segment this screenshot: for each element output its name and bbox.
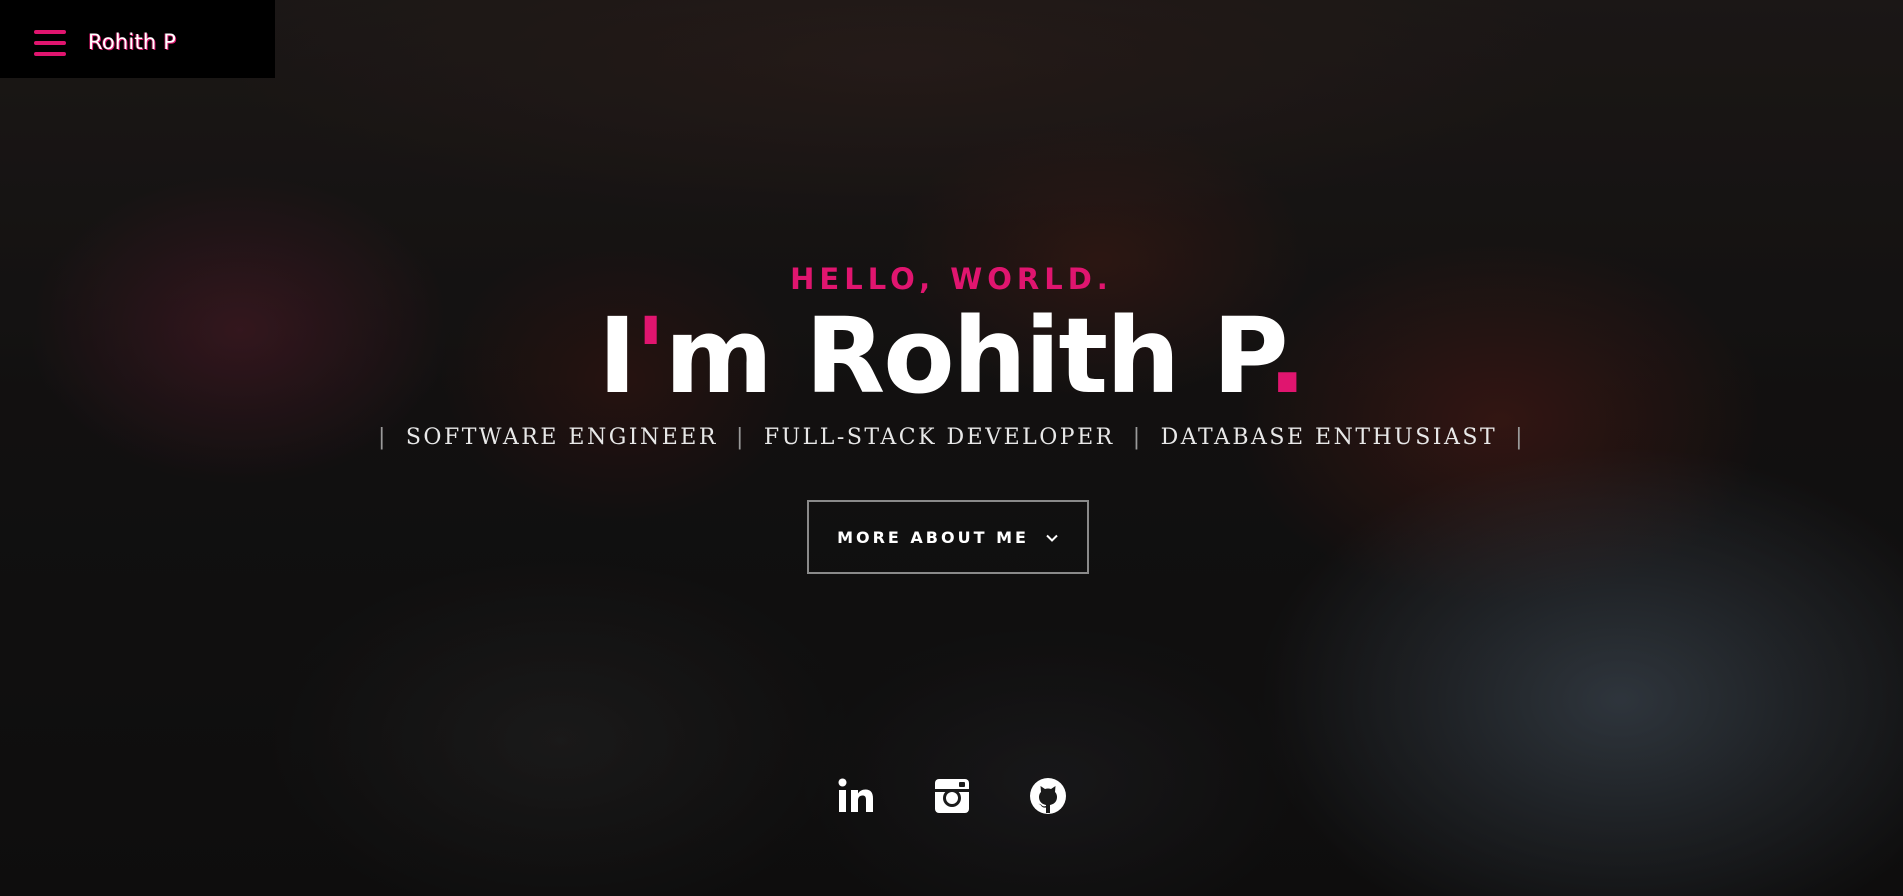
- role-software-engineer: SOFTWARE ENGINEER: [405, 425, 718, 450]
- role-separator: |: [735, 425, 746, 450]
- brand-link[interactable]: Rohith P: [88, 30, 176, 54]
- name-prefix: I: [598, 295, 637, 417]
- hamburger-line: [34, 41, 66, 45]
- role-database-enthusiast: DATABASE ENTHUSIAST: [1160, 425, 1498, 450]
- hamburger-line: [34, 52, 66, 56]
- hamburger-menu-icon[interactable]: [34, 30, 66, 56]
- top-nav: Rohith P: [0, 0, 275, 78]
- role-separator: |: [1132, 425, 1143, 450]
- greeting-text: HELLO, WORLD.: [790, 262, 1113, 296]
- hero-content: HELLO, WORLD. I'm Rohith P. | SOFTWARE EN…: [0, 0, 1903, 896]
- role-separator: |: [1515, 425, 1526, 450]
- page-title: I'm Rohith P.: [0, 296, 1903, 416]
- role-separator: |: [377, 425, 388, 450]
- name-main: m Rohith P: [664, 295, 1270, 417]
- chevron-down-icon: [1045, 530, 1059, 544]
- name-dot: .: [1267, 295, 1306, 417]
- instagram-icon[interactable]: [932, 776, 972, 816]
- name-apostrophe: ': [634, 295, 667, 417]
- role-full-stack-developer: FULL-STACK DEVELOPER: [763, 425, 1115, 450]
- more-about-me-button[interactable]: MORE ABOUT ME: [807, 500, 1089, 574]
- github-icon[interactable]: [1028, 776, 1068, 816]
- roles-line: | SOFTWARE ENGINEER | FULL-STACK DEVELOPER |…: [0, 425, 1903, 450]
- more-about-me-label: MORE ABOUT ME: [837, 527, 1029, 547]
- hamburger-line: [34, 30, 66, 34]
- linkedin-icon[interactable]: [836, 776, 876, 816]
